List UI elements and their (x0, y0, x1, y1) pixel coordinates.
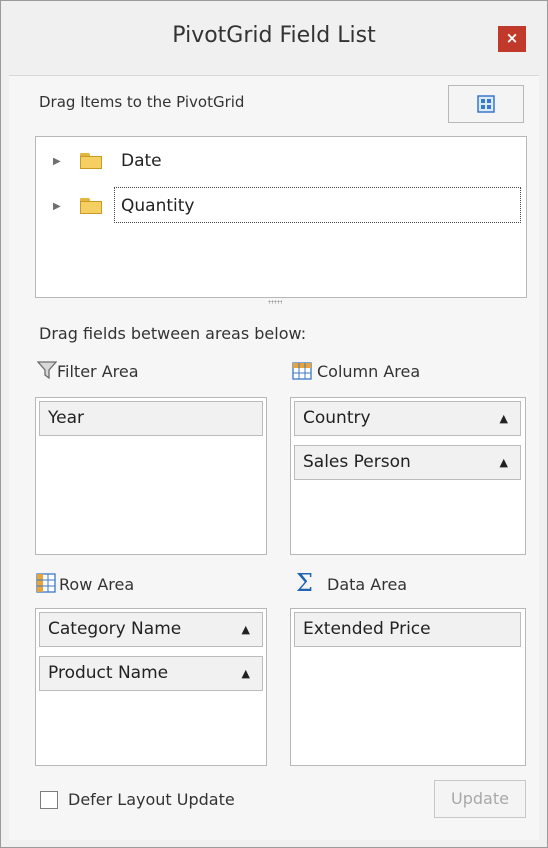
field-chip-sales-person[interactable]: Sales Person ▲ (294, 445, 521, 480)
title-bar[interactable]: PivotGrid Field List × (1, 1, 547, 73)
field-chip-extended-price[interactable]: Extended Price (294, 612, 521, 647)
expand-arrow-icon[interactable]: ▶ (53, 156, 61, 167)
field-chip-year[interactable]: Year (39, 401, 263, 436)
sort-ascending-icon[interactable]: ▲ (500, 402, 508, 435)
splitter-grip[interactable] (268, 300, 282, 304)
data-area[interactable]: Extended Price (290, 608, 526, 766)
tree-item-date[interactable]: ▶ Date (36, 144, 526, 178)
sort-ascending-icon[interactable]: ▲ (242, 657, 250, 690)
defer-layout-label[interactable]: Defer Layout Update (68, 790, 235, 809)
field-chip-label: Category Name (48, 619, 182, 639)
folder-icon (80, 153, 102, 169)
sort-ascending-icon[interactable]: ▲ (500, 446, 508, 479)
defer-layout-checkbox[interactable] (40, 791, 58, 809)
window-title: PivotGrid Field List (172, 23, 376, 48)
close-icon: × (505, 29, 519, 47)
expand-arrow-icon[interactable]: ▶ (53, 201, 61, 212)
drag-items-label: Drag Items to the PivotGrid (39, 93, 245, 111)
field-chip-label: Sales Person (303, 452, 411, 472)
layout-options-button[interactable] (448, 85, 524, 123)
row-area-icon (36, 573, 56, 593)
filter-icon (37, 361, 57, 380)
sigma-icon: Σ (296, 569, 313, 597)
filter-area-title: Filter Area (57, 362, 139, 381)
field-list-tree[interactable]: ▶ Date ▶ Quantity (35, 136, 527, 298)
layout-grid-icon (477, 95, 495, 113)
focus-rectangle (114, 187, 521, 223)
column-area[interactable]: Country ▲ Sales Person ▲ (290, 397, 526, 555)
row-area-title: Row Area (59, 575, 135, 594)
column-area-title: Column Area (317, 362, 421, 381)
areas-instructions-label: Drag fields between areas below: (39, 324, 307, 343)
field-chip-country[interactable]: Country ▲ (294, 401, 521, 436)
row-area[interactable]: Category Name ▲ Product Name ▲ (35, 608, 267, 766)
close-button[interactable]: × (498, 26, 526, 52)
sort-ascending-icon[interactable]: ▲ (242, 613, 250, 646)
folder-icon (80, 198, 102, 214)
field-chip-product-name[interactable]: Product Name ▲ (39, 656, 263, 691)
tree-item-label: Date (121, 151, 162, 171)
column-area-icon (292, 362, 312, 380)
pivot-field-list-window: PivotGrid Field List × Drag Items to the… (0, 0, 548, 848)
update-button[interactable]: Update (434, 780, 526, 818)
field-chip-category-name[interactable]: Category Name ▲ (39, 612, 263, 647)
field-chip-label: Year (48, 408, 84, 428)
filter-area[interactable]: Year (35, 397, 267, 555)
field-chip-label: Extended Price (303, 619, 431, 639)
field-chip-label: Product Name (48, 663, 169, 683)
data-area-title: Data Area (327, 575, 408, 594)
field-chip-label: Country (303, 408, 371, 428)
